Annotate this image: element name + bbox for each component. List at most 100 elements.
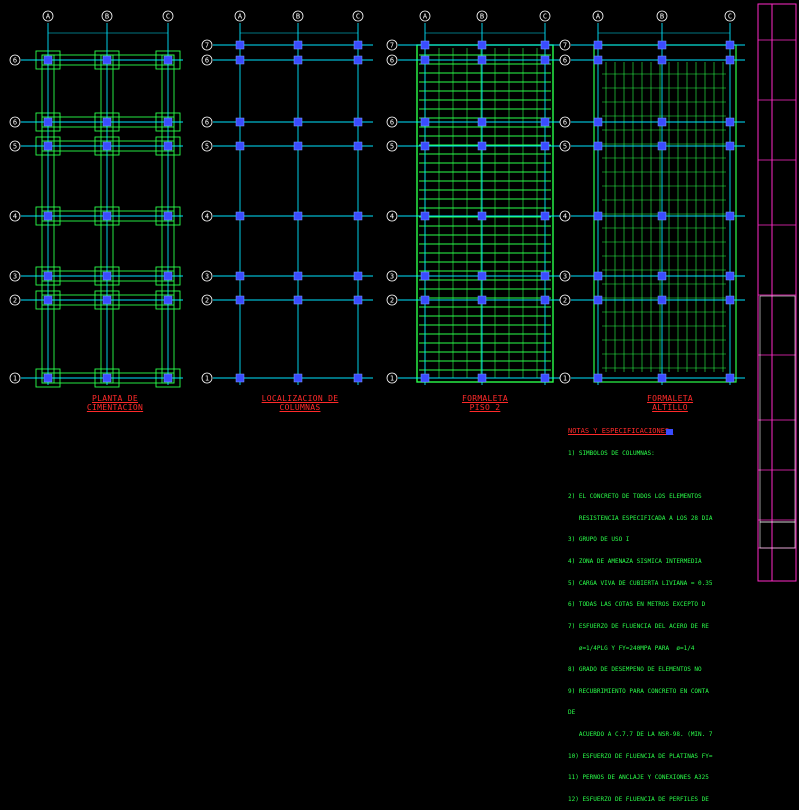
column [43, 295, 53, 305]
column [657, 141, 667, 151]
notes-title: NOTAS Y ESPECIFICACIONES: [568, 428, 674, 436]
note-line: 7) ESFUERZO DE FLUENCIA DEL ACERO DE RE [568, 622, 709, 630]
axis-label-row: 1 [563, 375, 567, 383]
axis-label-row: 5 [390, 143, 394, 151]
column [540, 141, 550, 151]
column [353, 55, 363, 65]
column [43, 211, 53, 221]
column [725, 141, 735, 151]
note-line: 8) GRADO DE DESEMPEÑO DE ELEMENTOS NO [568, 666, 702, 674]
column [420, 141, 430, 151]
column [657, 211, 667, 221]
axis-label-row: 1 [13, 375, 17, 383]
title-block-stamp [759, 521, 796, 549]
column [593, 141, 603, 151]
plan-title-line: FORMALETA [461, 394, 509, 403]
column [102, 373, 112, 383]
note-line: 2) EL CONCRETO DE TODOS LOS ELEMENTOS [568, 493, 702, 501]
column [235, 271, 245, 281]
note-line: ACUERDO A C.7.7 DE LA NSR-98. (MIN. 7 [568, 730, 713, 738]
column [725, 295, 735, 305]
column [43, 117, 53, 127]
column [293, 271, 303, 281]
plan-title-line: PLANTA DE [91, 394, 139, 403]
plan-1: 76654321A B C [201, 10, 373, 385]
column [102, 211, 112, 221]
plan-title-line: PISO 2 [469, 403, 501, 412]
title-block-inner [759, 295, 796, 523]
column [353, 373, 363, 383]
axis-label-row: 2 [205, 297, 209, 305]
column [477, 40, 487, 50]
axis-label-row: 5 [13, 143, 17, 151]
axis-label-col: C [166, 13, 170, 21]
column [102, 55, 112, 65]
column [353, 295, 363, 305]
column [235, 40, 245, 50]
axis-label-row: 6 [13, 119, 17, 127]
axis-label-row: 3 [205, 273, 209, 281]
axis-label-row: 6 [390, 57, 394, 65]
plan-2: 76654321A B C [386, 10, 560, 385]
column [593, 117, 603, 127]
column [293, 117, 303, 127]
axis-label-row: 5 [205, 143, 209, 151]
column [420, 117, 430, 127]
column [477, 55, 487, 65]
note-line: 3) GRUPO DE USO I [568, 536, 630, 544]
column [657, 295, 667, 305]
column [420, 55, 430, 65]
plan-title-piso2: FORMALETA PISO 2 [440, 394, 530, 412]
plan-title-line: ALTILLO [652, 403, 688, 412]
title-block-frame [757, 3, 797, 582]
axis-label-row: 6 [390, 119, 394, 127]
axis-label-col: B [105, 13, 109, 21]
column [477, 271, 487, 281]
column [657, 373, 667, 383]
axis-label-col: B [480, 13, 484, 21]
column [420, 211, 430, 221]
axis-label-row: 6 [205, 119, 209, 127]
column [477, 141, 487, 151]
note-line: 11) PERNOS DE ANCLAJE Y CONEXIONES A325 [568, 774, 709, 782]
axis-label-row: 2 [563, 297, 567, 305]
column [540, 55, 550, 65]
title-block [757, 3, 797, 582]
column [43, 373, 53, 383]
note-line: 12) ESFUERZO DE FLUENCIA DE PERFILES DE [568, 795, 709, 803]
column [725, 117, 735, 127]
column [102, 295, 112, 305]
note-line: 1) SIMBOLOS DE COLUMNAS: [568, 450, 655, 458]
axis-label-row: 7 [390, 42, 394, 50]
column [657, 55, 667, 65]
column [353, 211, 363, 221]
column [293, 55, 303, 65]
column [477, 295, 487, 305]
column [293, 141, 303, 151]
column [353, 40, 363, 50]
column [420, 295, 430, 305]
column [477, 211, 487, 221]
note-line [568, 472, 728, 479]
column [293, 211, 303, 221]
column [477, 117, 487, 127]
axis-label-col: C [543, 13, 547, 21]
column [235, 211, 245, 221]
column [163, 373, 173, 383]
column [725, 40, 735, 50]
column [102, 271, 112, 281]
note-line: DE [568, 709, 576, 717]
axis-label-row: 3 [13, 273, 17, 281]
plan-title-line: COLUMNAS [279, 403, 321, 412]
plan-title-line: FORMALETA [646, 394, 694, 403]
notes-block: NOTAS Y ESPECIFICACIONES: 1) SIMBOLOS DE… [568, 414, 728, 810]
axis-label-col: C [356, 13, 360, 21]
column [43, 55, 53, 65]
note-line: 4) ZONA DE AMENAZA SISMICA INTERMEDIA [568, 558, 702, 566]
column [235, 373, 245, 383]
column [593, 211, 603, 221]
plan-title-cimentacion: PLANTA DE CIMENTACION [70, 394, 160, 412]
note-line: 5) CARGA VIVA DE CUBIERTA LIVIANA = 0.35 [568, 579, 713, 587]
axis-label-row: 1 [205, 375, 209, 383]
column [235, 117, 245, 127]
